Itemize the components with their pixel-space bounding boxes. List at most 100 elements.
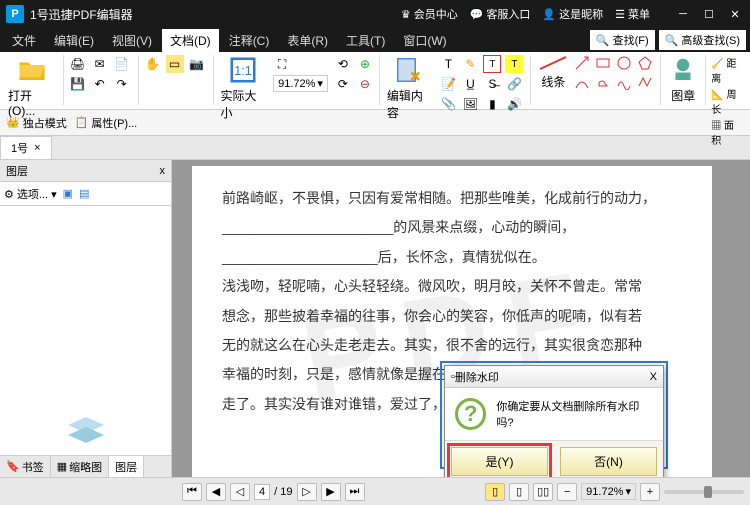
next-view-button[interactable]: ▷ bbox=[297, 483, 317, 501]
actual-size-icon[interactable]: 1:1 bbox=[228, 55, 258, 85]
prev-page-button[interactable]: ◀ bbox=[206, 483, 226, 501]
document-tab[interactable]: 1号 × bbox=[0, 136, 52, 159]
layout-facing-icon[interactable]: ▯▯ bbox=[533, 483, 553, 501]
zoom-status[interactable]: 91.72% ▾ bbox=[581, 483, 636, 500]
service-link[interactable]: 💬 客服入口 bbox=[470, 6, 531, 22]
eraser-icon[interactable]: 🧹 距离 bbox=[711, 55, 744, 85]
print-icon[interactable]: 🖨 bbox=[69, 55, 87, 73]
first-page-button[interactable]: ⏮ bbox=[182, 483, 202, 501]
dialog-title: 删除水印 bbox=[455, 369, 499, 385]
tab-layers[interactable]: 图层 bbox=[109, 456, 144, 477]
page-input[interactable]: 4 bbox=[254, 484, 270, 500]
zoom-combo[interactable]: 91.72% ▾ bbox=[273, 75, 328, 92]
tab-bookmarks[interactable]: 🔖书签 bbox=[0, 456, 51, 477]
note-icon[interactable]: 📝 bbox=[439, 75, 457, 93]
menu-window[interactable]: 窗口(W) bbox=[395, 29, 454, 52]
sidebar-close-icon[interactable]: x bbox=[160, 165, 166, 177]
tab-close-icon[interactable]: × bbox=[34, 142, 40, 154]
zoom-slider[interactable] bbox=[664, 490, 744, 494]
polygon-shape-icon[interactable] bbox=[637, 55, 653, 71]
canvas[interactable]: PDF 前路崎岖，不畏惧，只因有爱常相随。把那些唯美，化成前行的动力， ____… bbox=[172, 160, 750, 477]
layers-placeholder-icon bbox=[66, 415, 106, 445]
text-line: 浅浅吻，轻呢喃，心头轻轻绕。微风吹，明月皎，关怀不曾走。常常 bbox=[222, 272, 682, 301]
sidebar-tools: ⚙ 选项... ▾ ▣ ▤ bbox=[0, 182, 171, 206]
zoom-out-button[interactable]: − bbox=[557, 483, 577, 501]
arrow-shape-icon[interactable] bbox=[574, 55, 590, 71]
cloud-shape-icon[interactable] bbox=[595, 74, 611, 90]
menu-form[interactable]: 表单(R) bbox=[279, 29, 336, 52]
menu-edit[interactable]: 编辑(E) bbox=[46, 29, 102, 52]
workspace: 图层 x ⚙ 选项... ▾ ▣ ▤ 🔖书签 ▦缩略图 图层 PDF 前路崎岖，… bbox=[0, 160, 750, 477]
scan-icon[interactable]: 📄 bbox=[113, 55, 131, 73]
rect-shape-icon[interactable] bbox=[595, 55, 611, 71]
polyline-shape-icon[interactable] bbox=[637, 74, 653, 90]
find-button[interactable]: 🔍 查找(F) bbox=[590, 30, 655, 50]
rotate-ccw-icon[interactable]: ⟲ bbox=[334, 55, 352, 73]
text-line: ____________________后，长怀念，真情犹似在。 bbox=[222, 243, 682, 272]
snapshot-icon[interactable]: 📷 bbox=[188, 55, 206, 73]
stamp-icon[interactable] bbox=[668, 55, 698, 85]
menu-file[interactable]: 文件 bbox=[4, 29, 44, 52]
circle-shape-icon[interactable] bbox=[616, 55, 632, 71]
text-highlight-icon[interactable]: T bbox=[505, 55, 523, 73]
sidebar-body bbox=[0, 206, 171, 455]
strike-icon[interactable]: S̶ bbox=[483, 75, 501, 93]
layout-single-icon[interactable]: ▯ bbox=[485, 483, 505, 501]
mail-icon[interactable]: ✉ bbox=[91, 55, 109, 73]
vip-center-link[interactable]: ♛ 会员中心 bbox=[401, 6, 458, 22]
text-line: 前路崎岖，不畏惧，只因有爱常相随。把那些唯美，化成前行的动力， bbox=[222, 184, 682, 213]
line-tool-icon[interactable] bbox=[538, 55, 568, 71]
save-icon[interactable]: 💾 bbox=[69, 75, 87, 93]
layer-tool-1-icon[interactable]: ▣ bbox=[63, 187, 73, 200]
barcode-icon[interactable]: ▮ bbox=[483, 95, 501, 113]
hand-tool-icon[interactable]: ✋ bbox=[144, 55, 162, 73]
fit-page-icon[interactable]: ⛶ bbox=[273, 55, 291, 73]
prev-view-button[interactable]: ◁ bbox=[230, 483, 250, 501]
sound-icon[interactable]: 🔊 bbox=[505, 95, 523, 113]
properties-button[interactable]: 📋 属性(P)... bbox=[75, 115, 138, 131]
zoom-in-icon[interactable]: ⊕ bbox=[356, 55, 374, 73]
close-button[interactable]: ✕ bbox=[726, 8, 744, 21]
underline-icon[interactable]: U̲ bbox=[461, 75, 479, 93]
textbox-icon[interactable]: T bbox=[483, 55, 501, 73]
menu-tools[interactable]: 工具(T) bbox=[338, 29, 393, 52]
no-button[interactable]: 否(N) bbox=[560, 447, 657, 476]
exclusive-mode-button[interactable]: 👑 独占模式 bbox=[6, 115, 67, 131]
attach-icon[interactable]: 📎 bbox=[439, 95, 457, 113]
rotate-cw-icon[interactable]: ⟳ bbox=[334, 75, 352, 93]
layer-tool-2-icon[interactable]: ▤ bbox=[79, 187, 89, 200]
hamburger-menu[interactable]: ☰ 菜单 bbox=[615, 6, 650, 22]
freehand-shape-icon[interactable] bbox=[616, 74, 632, 90]
open-folder-icon[interactable] bbox=[17, 55, 47, 85]
undo-icon[interactable]: ↶ bbox=[91, 75, 109, 93]
image-icon[interactable]: 🖼 bbox=[461, 95, 479, 113]
layout-continuous-icon[interactable]: ▯ bbox=[509, 483, 529, 501]
area-icon[interactable]: ▦ 面积 bbox=[711, 117, 744, 147]
minimize-button[interactable]: ─ bbox=[674, 8, 692, 21]
dialog-message: 你确定要从文档删除所有水印吗? bbox=[496, 398, 653, 430]
edit-content-icon[interactable] bbox=[394, 55, 424, 85]
zoom-out-icon[interactable]: ⊖ bbox=[356, 75, 374, 93]
user-nickname[interactable]: 👤 这是昵称 bbox=[542, 6, 603, 22]
menu-view[interactable]: 视图(V) bbox=[104, 29, 160, 52]
highlight-icon[interactable]: ✎ bbox=[461, 55, 479, 73]
edit-content-label: 编辑内容 bbox=[387, 87, 432, 121]
maximize-button[interactable]: ☐ bbox=[700, 8, 718, 21]
menu-annotate[interactable]: 注释(C) bbox=[221, 29, 278, 52]
tab-thumbnails[interactable]: ▦缩略图 bbox=[51, 456, 109, 477]
dialog-titlebar: ▫ 删除水印 X bbox=[445, 366, 663, 388]
add-text-icon[interactable]: T bbox=[439, 55, 457, 73]
perimeter-icon[interactable]: 📐 周长 bbox=[711, 86, 744, 116]
link-icon[interactable]: 🔗 bbox=[505, 75, 523, 93]
yes-button[interactable]: 是(Y) bbox=[451, 447, 548, 476]
menu-document[interactable]: 文档(D) bbox=[162, 29, 219, 52]
select-tool-icon[interactable]: ▭ bbox=[166, 55, 184, 73]
options-dropdown[interactable]: ⚙ 选项... ▾ bbox=[4, 186, 57, 202]
next-page-button[interactable]: ▶ bbox=[321, 483, 341, 501]
redo-icon[interactable]: ↷ bbox=[113, 75, 131, 93]
dialog-close-icon[interactable]: X bbox=[650, 371, 657, 383]
curve-shape-icon[interactable] bbox=[574, 74, 590, 90]
zoom-in-button[interactable]: + bbox=[640, 483, 660, 501]
advanced-find-button[interactable]: 🔍 高级查找(S) bbox=[659, 30, 746, 50]
last-page-button[interactable]: ⏭ bbox=[345, 483, 365, 501]
